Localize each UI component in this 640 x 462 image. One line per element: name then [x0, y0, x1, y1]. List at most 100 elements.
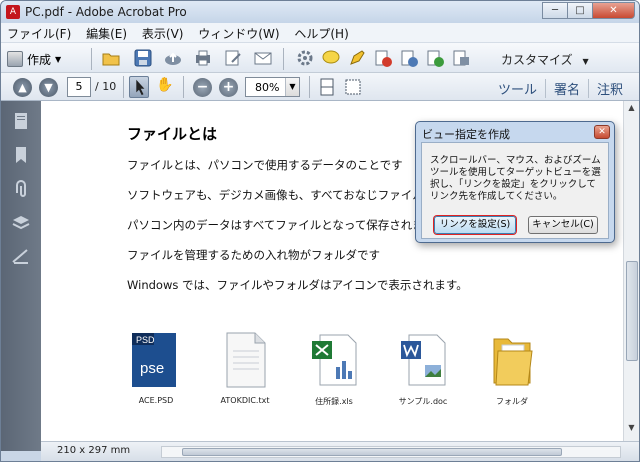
- create-button[interactable]: 作成 ▼: [7, 49, 61, 69]
- previous-page-icon[interactable]: ▲: [13, 78, 32, 97]
- vertical-scrollbar[interactable]: ▲ ▼: [623, 101, 639, 451]
- horizontal-scrollbar[interactable]: [161, 446, 621, 458]
- toolbar-divider: [283, 48, 284, 70]
- window-controls: ─ □ ✕: [542, 2, 635, 19]
- dialog-body: スクロールバー、マウス、およびズームツールを使用してターゲットビューを選択し、「…: [421, 142, 609, 239]
- word-file-icon: [401, 334, 446, 386]
- file-item: PSD pse ACE.PSD: [116, 331, 196, 405]
- toolbar-divider: [91, 48, 92, 70]
- document-paragraph: ソフトウェアも、デジカメ画像も、すべておなじファイルです: [127, 188, 447, 202]
- menu-file[interactable]: ファイル(F): [1, 23, 76, 42]
- navigation-pane: [1, 101, 41, 451]
- excel-file-icon: [312, 334, 357, 386]
- edit-document-icon[interactable]: [223, 48, 243, 68]
- insert-page-icon[interactable]: [425, 48, 445, 68]
- document-paragraph: ファイルとは、パソコンで使用するデータのことです: [127, 158, 403, 172]
- window-title: PC.pdf - Adobe Acrobat Pro: [25, 5, 187, 19]
- file-label: ATOKDIC.txt: [220, 396, 270, 405]
- zoom-out-icon[interactable]: −: [193, 78, 212, 97]
- attachment-icon[interactable]: [11, 179, 31, 199]
- create-view-dialog: ビュー指定を作成 ✕ スクロールバー、マウス、およびズームツールを使用してターゲ…: [415, 121, 615, 243]
- file-label: サンプル.doc: [398, 397, 448, 406]
- select-tool-icon[interactable]: [129, 76, 149, 98]
- psd-badge: PSD: [136, 335, 155, 345]
- delete-page-icon[interactable]: [373, 48, 393, 68]
- page-size: 210 x 297 mm: [57, 445, 131, 456]
- document-paragraph: Windows では、ファイルやフォルダはアイコンで表示されます。: [127, 278, 468, 292]
- menu-edit[interactable]: 編集(E): [80, 23, 132, 42]
- task-pane-links: ツール 署名 注釈: [490, 79, 631, 98]
- comment-icon[interactable]: [321, 48, 341, 68]
- navigation-toolbar: ▲ ▼ 5 / 10 ✋ − + 80% ▼ ツール 署名 注釈: [1, 73, 639, 101]
- next-page-icon[interactable]: ▼: [39, 78, 58, 97]
- psd-icon-text: pse: [140, 360, 164, 377]
- menu-view[interactable]: 表示(V): [136, 23, 189, 42]
- menu-window[interactable]: ウィンドウ(W): [192, 23, 284, 42]
- chevron-down-icon: ▼: [55, 54, 62, 64]
- set-link-button[interactable]: リンクを設定(S): [434, 216, 516, 234]
- scan-document-icon[interactable]: [451, 48, 471, 68]
- customize-label: カスタマイズ: [501, 53, 573, 67]
- document-heading: ファイルとは: [127, 125, 218, 143]
- comment-link[interactable]: 注釈: [587, 79, 631, 98]
- title-bar: A PC.pdf - Adobe Acrobat Pro ─ □ ✕: [1, 1, 639, 23]
- text-file-icon: [226, 332, 266, 388]
- file-label: ACE.PSD: [138, 396, 174, 405]
- acrobat-window: A PC.pdf - Adobe Acrobat Pro ─ □ ✕ ファイル(…: [0, 0, 640, 462]
- file-item: フォルダ: [472, 331, 552, 407]
- fit-page-icon[interactable]: [343, 77, 363, 97]
- menu-help[interactable]: ヘルプ(H): [288, 23, 353, 42]
- signature-icon[interactable]: [11, 247, 31, 267]
- menu-bar: ファイル(F) 編集(E) 表示(V) ウィンドウ(W) ヘルプ(H): [1, 23, 639, 43]
- bookmark-icon[interactable]: [11, 145, 31, 165]
- toolbar-divider: [309, 76, 310, 98]
- save-icon[interactable]: [133, 48, 153, 68]
- sign-link[interactable]: 署名: [544, 79, 588, 98]
- close-button[interactable]: ✕: [592, 2, 635, 19]
- page-total: / 10: [95, 80, 117, 93]
- open-folder-icon[interactable]: [101, 48, 121, 68]
- file-label: 住所録.xls: [315, 397, 353, 406]
- create-label: 作成: [27, 52, 52, 67]
- scroll-mode-icon[interactable]: [317, 77, 337, 97]
- acrobat-icon: A: [6, 5, 20, 19]
- extract-page-icon[interactable]: [399, 48, 419, 68]
- zoom-in-icon[interactable]: +: [219, 78, 238, 97]
- chevron-down-icon[interactable]: ▼: [285, 78, 299, 96]
- minimize-button[interactable]: ─: [542, 2, 568, 19]
- cloud-upload-icon[interactable]: [163, 48, 183, 68]
- scrollbar-thumb[interactable]: [182, 448, 562, 456]
- zoom-value: 80%: [255, 81, 280, 94]
- cancel-button[interactable]: キャンセル(C): [528, 216, 598, 234]
- scroll-down-icon[interactable]: ▼: [626, 423, 637, 436]
- tools-link[interactable]: ツール: [490, 79, 545, 98]
- page-thumbnails-icon[interactable]: [11, 111, 31, 131]
- zoom-select[interactable]: 80% ▼: [245, 77, 300, 97]
- file-item: 住所録.xls: [294, 331, 374, 407]
- file-item: ATOKDIC.txt: [205, 331, 285, 405]
- scrollbar-thumb[interactable]: [626, 261, 638, 361]
- scroll-up-icon[interactable]: ▲: [626, 103, 637, 116]
- email-icon[interactable]: [253, 48, 273, 68]
- chevron-down-icon: ▼: [582, 57, 589, 66]
- document-paragraph: パソコン内のデータはすべてファイルとなって保存されます: [127, 218, 436, 232]
- document-paragraph: ファイルを管理するための入れ物がフォルダです: [127, 248, 380, 262]
- toolbar-divider: [123, 76, 124, 98]
- file-item: サンプル.doc: [383, 331, 463, 407]
- create-icon: [7, 51, 23, 67]
- folder-icon: [493, 338, 533, 386]
- hand-tool-icon[interactable]: ✋: [155, 77, 175, 97]
- status-bar: 210 x 297 mm: [41, 441, 639, 461]
- dialog-close-button[interactable]: ✕: [594, 125, 610, 139]
- file-label: フォルダ: [496, 397, 528, 406]
- toolbar-divider: [183, 76, 184, 98]
- layers-icon[interactable]: [11, 213, 31, 233]
- gear-icon[interactable]: [295, 48, 315, 68]
- print-icon[interactable]: [193, 48, 213, 68]
- page-number-input[interactable]: 5: [67, 77, 91, 97]
- maximize-button[interactable]: □: [567, 2, 593, 19]
- highlight-pen-icon[interactable]: [347, 48, 367, 68]
- dialog-message: スクロールバー、マウス、およびズームツールを使用してターゲットビューを選択し、「…: [430, 155, 601, 202]
- customize-button[interactable]: カスタマイズ ▼: [501, 51, 589, 68]
- main-toolbar: 作成 ▼ カスタマイズ ▼: [1, 43, 639, 73]
